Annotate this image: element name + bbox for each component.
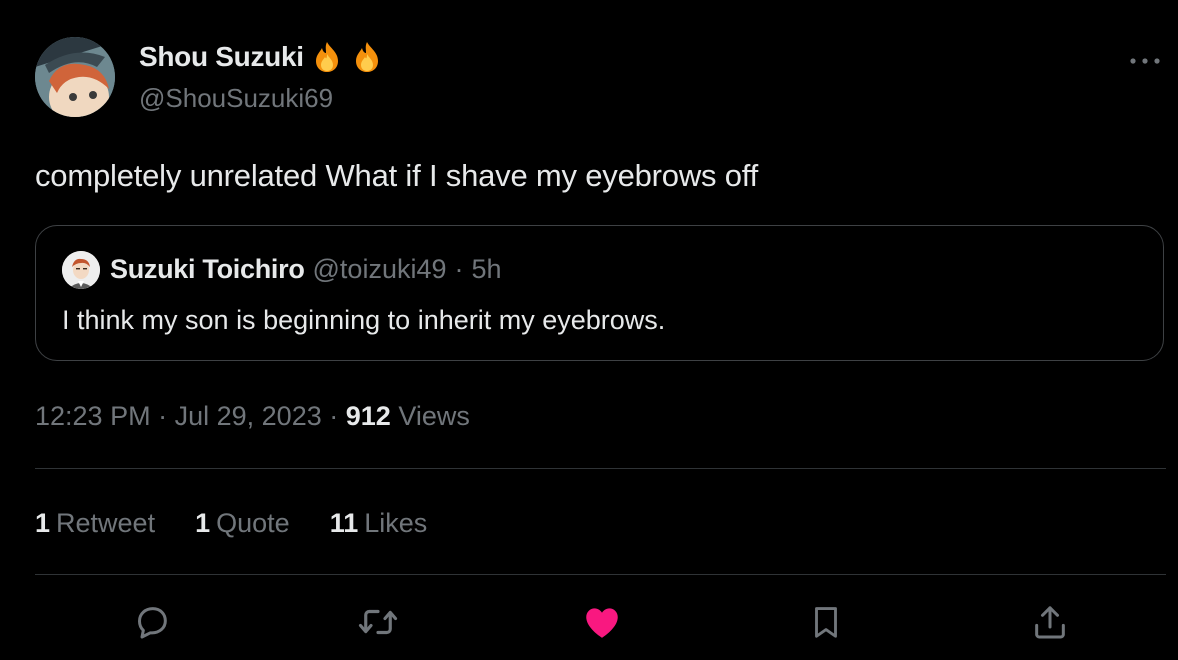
- author-handle[interactable]: @ShouSuzuki69: [139, 83, 333, 114]
- views-count: 912: [345, 401, 391, 431]
- quoted-author-avatar: [62, 251, 100, 289]
- tweet-text: completely unrelated What if I shave my …: [35, 158, 759, 193]
- separator-dot: ·: [158, 401, 168, 431]
- action-bar: [0, 600, 1178, 650]
- quoted-handle: @toizuki49: [312, 254, 447, 284]
- quotes-stat[interactable]: 1 Quote: [195, 508, 290, 539]
- quoted-display-name: Suzuki Toichiro: [110, 254, 305, 284]
- quoted-header: Suzuki Toichiro @toizuki49 · 5h: [110, 254, 502, 285]
- quoted-tweet[interactable]: Suzuki Toichiro @toizuki49 · 5h I think …: [35, 225, 1164, 361]
- likes-stat[interactable]: 11 Likes: [330, 508, 428, 539]
- views-label: Views: [398, 401, 470, 431]
- quoted-tweet-text: I think my son is beginning to inherit m…: [62, 305, 666, 335]
- fire-emoji-icon: [310, 40, 344, 74]
- tweet-time[interactable]: 12:23 PM: [35, 401, 151, 431]
- divider: [35, 468, 1166, 469]
- like-icon[interactable]: [580, 600, 624, 644]
- author-name-row: Shou Suzuki: [139, 40, 384, 74]
- quotes-count: 1: [195, 508, 211, 538]
- retweets-label: Retweet: [56, 508, 156, 538]
- retweet-icon[interactable]: [356, 600, 400, 644]
- more-horizontal-icon[interactable]: [1128, 42, 1162, 73]
- tweet-meta: 12:23 PM · Jul 29, 2023 · 912 Views: [35, 401, 470, 432]
- separator-dot: ·: [454, 254, 464, 284]
- likes-count: 11: [329, 508, 359, 538]
- separator-dot: ·: [329, 401, 339, 431]
- retweets-stat[interactable]: 1 Retweet: [35, 508, 155, 539]
- author-avatar[interactable]: [35, 37, 115, 117]
- author-display-name[interactable]: Shou Suzuki: [139, 41, 304, 73]
- retweets-count: 1: [35, 508, 51, 538]
- share-icon[interactable]: [1028, 600, 1072, 644]
- divider: [35, 574, 1166, 575]
- likes-label: Likes: [364, 508, 428, 538]
- fire-emoji-icon: [350, 40, 384, 74]
- bookmark-icon[interactable]: [804, 600, 848, 644]
- reply-icon[interactable]: [130, 600, 174, 644]
- quotes-label: Quote: [216, 508, 290, 538]
- quoted-timestamp: 5h: [471, 254, 502, 284]
- tweet-date[interactable]: Jul 29, 2023: [175, 401, 322, 431]
- engagement-stats: 1 Retweet 1 Quote 11 Likes: [35, 508, 427, 539]
